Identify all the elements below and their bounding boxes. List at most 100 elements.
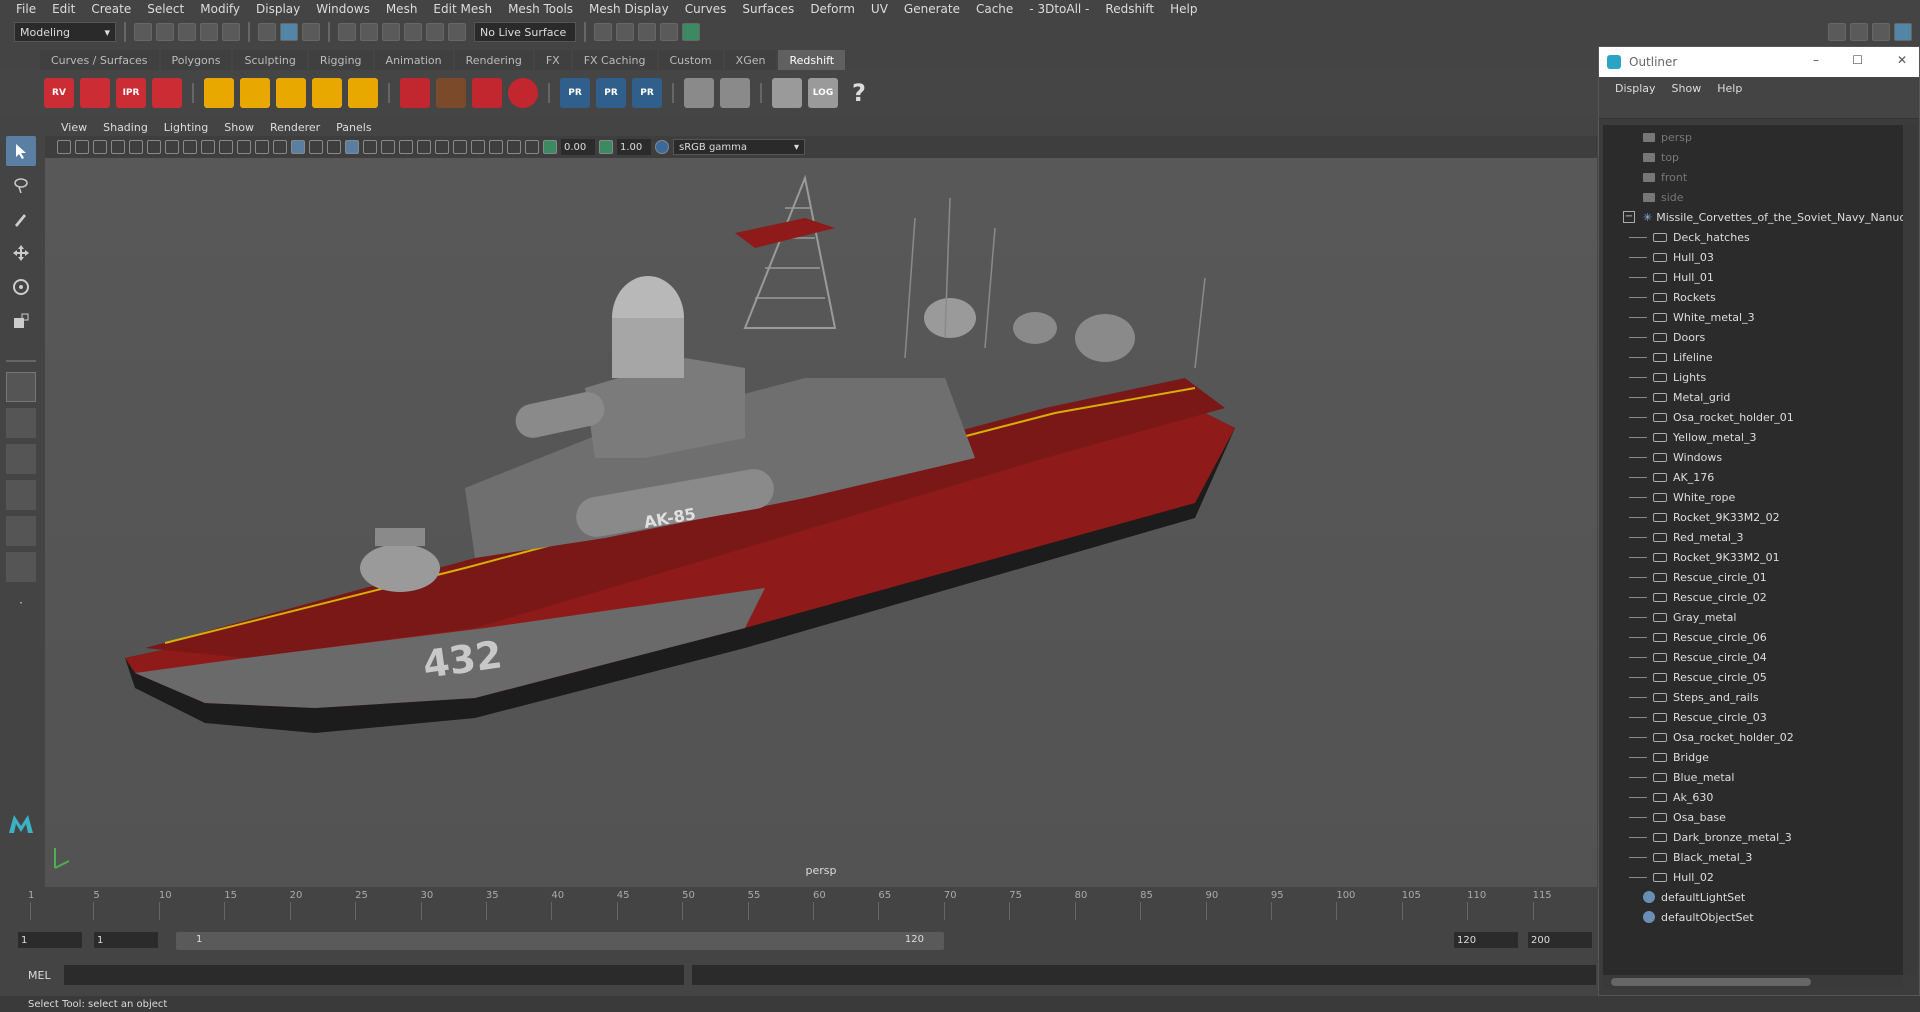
color-management-icon[interactable] — [655, 140, 669, 154]
outliner-row[interactable]: Lights — [1629, 367, 1706, 387]
outliner-row[interactable]: Rescue_circle_06 — [1629, 627, 1767, 647]
rs-area-light-icon[interactable] — [204, 78, 234, 108]
outliner-menu-item[interactable]: Show — [1664, 82, 1710, 95]
rs-hair-icon[interactable] — [436, 78, 466, 108]
menu-item[interactable]: Mesh Display — [581, 2, 677, 16]
outliner-row[interactable]: Ak_630 — [1629, 787, 1713, 807]
outliner-row[interactable]: defaultLightSet — [1643, 887, 1745, 907]
menu-item[interactable]: Modify — [192, 2, 248, 16]
playback-start-field[interactable]: 1 — [94, 932, 158, 948]
menu-item[interactable]: Windows — [308, 2, 378, 16]
viewport-menu-item[interactable]: Lighting — [156, 121, 216, 134]
shelf-tab[interactable]: FX Caching — [572, 50, 657, 70]
help-icon[interactable]: ? — [844, 78, 874, 108]
outliner-row[interactable]: AK_176 — [1629, 467, 1714, 487]
use-all-lights-icon[interactable] — [363, 140, 377, 154]
outliner-row[interactable]: persp — [1643, 127, 1692, 147]
select-component-icon[interactable] — [302, 23, 320, 41]
menu-item[interactable]: UV — [863, 2, 896, 16]
ipr-render-icon[interactable] — [638, 23, 656, 41]
snap-view-icon[interactable] — [404, 23, 422, 41]
rs-render-icon[interactable] — [80, 78, 110, 108]
menu-item[interactable]: Edit — [44, 2, 83, 16]
shelf-tab[interactable]: Curves / Surfaces — [40, 50, 159, 70]
menu-item[interactable]: Mesh Tools — [500, 2, 581, 16]
outliner-row[interactable]: Dark_bronze_metal_3 — [1629, 827, 1792, 847]
colorspace-dropdown[interactable]: sRGB gamma ▾ — [673, 139, 805, 155]
shadows-icon[interactable] — [381, 140, 395, 154]
toggle-panel-icon[interactable] — [1850, 23, 1868, 41]
rs-pr-arrow-icon[interactable]: PR — [596, 78, 626, 108]
menu-item[interactable]: Help — [1162, 2, 1205, 16]
playback-end-field[interactable]: 120 — [1454, 932, 1518, 948]
two-view-icon[interactable] — [6, 444, 36, 474]
image-plane-icon[interactable] — [111, 140, 125, 154]
menu-item[interactable]: Edit Mesh — [425, 2, 500, 16]
menu-item[interactable]: Create — [83, 2, 139, 16]
outliner-row[interactable]: White_metal_3 — [1629, 307, 1755, 327]
range-bar[interactable]: 1 120 — [176, 932, 944, 950]
select-object-icon[interactable] — [280, 23, 298, 41]
outliner-row[interactable]: Gray_metal — [1629, 607, 1736, 627]
move-tool-icon[interactable] — [6, 238, 36, 268]
outliner-row[interactable]: Rocket_9K33M2_01 — [1629, 547, 1780, 567]
outliner-row[interactable]: White_rope — [1629, 487, 1735, 507]
menu-item[interactable]: Surfaces — [734, 2, 802, 16]
make-live-icon[interactable] — [448, 23, 466, 41]
outliner-row[interactable]: Windows — [1629, 447, 1722, 467]
rs-bake-set-icon[interactable] — [720, 78, 750, 108]
open-scene-icon[interactable] — [156, 23, 174, 41]
outliner-row[interactable]: front — [1643, 167, 1687, 187]
outliner-row[interactable]: Osa_rocket_holder_01 — [1629, 407, 1794, 427]
shelf-tab[interactable]: FX — [534, 50, 571, 70]
outliner-row[interactable]: Osa_base — [1629, 807, 1726, 827]
wireframe-icon[interactable] — [273, 140, 287, 154]
exposure-icon[interactable] — [543, 140, 557, 154]
outliner-row[interactable]: Hull_03 — [1629, 247, 1714, 267]
menu-item[interactable]: Cache — [968, 2, 1021, 16]
outliner-row[interactable]: side — [1643, 187, 1684, 207]
outliner-row[interactable]: Steps_and_rails — [1629, 687, 1759, 707]
shelf-tab[interactable]: Custom — [658, 50, 723, 70]
shelf-tab[interactable]: Rendering — [454, 50, 533, 70]
rs-physical-light-icon[interactable] — [276, 78, 306, 108]
rs-render-settings-icon[interactable] — [152, 78, 182, 108]
exposure-field[interactable]: 0.00 — [561, 139, 595, 155]
scene-start-field[interactable]: 1 — [18, 932, 82, 948]
maximize-icon[interactable]: ☐ — [1852, 53, 1863, 67]
minimize-icon[interactable]: – — [1813, 53, 1819, 67]
command-input[interactable] — [64, 965, 684, 985]
rs-proxy-icon[interactable] — [400, 78, 430, 108]
smooth-shade-icon[interactable] — [291, 140, 305, 154]
outliner-row[interactable]: Rescue_circle_04 — [1629, 647, 1767, 667]
lasso-tool-icon[interactable] — [6, 170, 36, 200]
snap-point-icon[interactable] — [382, 23, 400, 41]
snap-grid-icon[interactable] — [338, 23, 356, 41]
outliner-root-row[interactable]: − ✳ Missile_Corvettes_of_the_Soviet_Navy_N… — [1623, 207, 1903, 227]
snap-curve-icon[interactable] — [360, 23, 378, 41]
outliner-row[interactable]: top — [1643, 147, 1679, 167]
menu-item[interactable]: Curves — [677, 2, 735, 16]
outliner-row[interactable]: Rockets — [1629, 287, 1716, 307]
outliner-row[interactable]: Hull_01 — [1629, 267, 1714, 287]
more-layouts-icon[interactable]: · — [6, 588, 36, 618]
screen-space-ao-icon[interactable] — [399, 140, 413, 154]
camera-attributes-icon[interactable] — [75, 140, 89, 154]
select-tool-icon[interactable] — [6, 136, 36, 166]
shelf-tab[interactable]: Sculpting — [233, 50, 307, 70]
textured-icon[interactable] — [345, 140, 359, 154]
time-slider[interactable]: 1 5 10 15 20 25 30 35 40 45 50 55 60 65 70 75 80 85 90 95 10… — [0, 888, 1598, 924]
menu-item[interactable]: - 3DtoAll - — [1021, 2, 1097, 16]
shelf-tab[interactable]: XGen — [724, 50, 777, 70]
outliner-vscrollbar[interactable] — [1903, 125, 1917, 975]
xray-active-icon[interactable] — [507, 140, 521, 154]
outliner-row[interactable]: Rescue_circle_03 — [1629, 707, 1767, 727]
shelf-tab[interactable]: Animation — [374, 50, 453, 70]
outliner-row[interactable]: Rescue_circle_02 — [1629, 587, 1767, 607]
gamma-icon[interactable] — [599, 140, 613, 154]
scene-end-field[interactable]: 200 — [1528, 932, 1592, 948]
outliner-menu-item[interactable]: Display — [1607, 82, 1664, 95]
outliner-row[interactable]: Red_metal_3 — [1629, 527, 1744, 547]
menu-item[interactable]: Redshift — [1097, 2, 1162, 16]
snap-surface-icon[interactable] — [426, 23, 444, 41]
